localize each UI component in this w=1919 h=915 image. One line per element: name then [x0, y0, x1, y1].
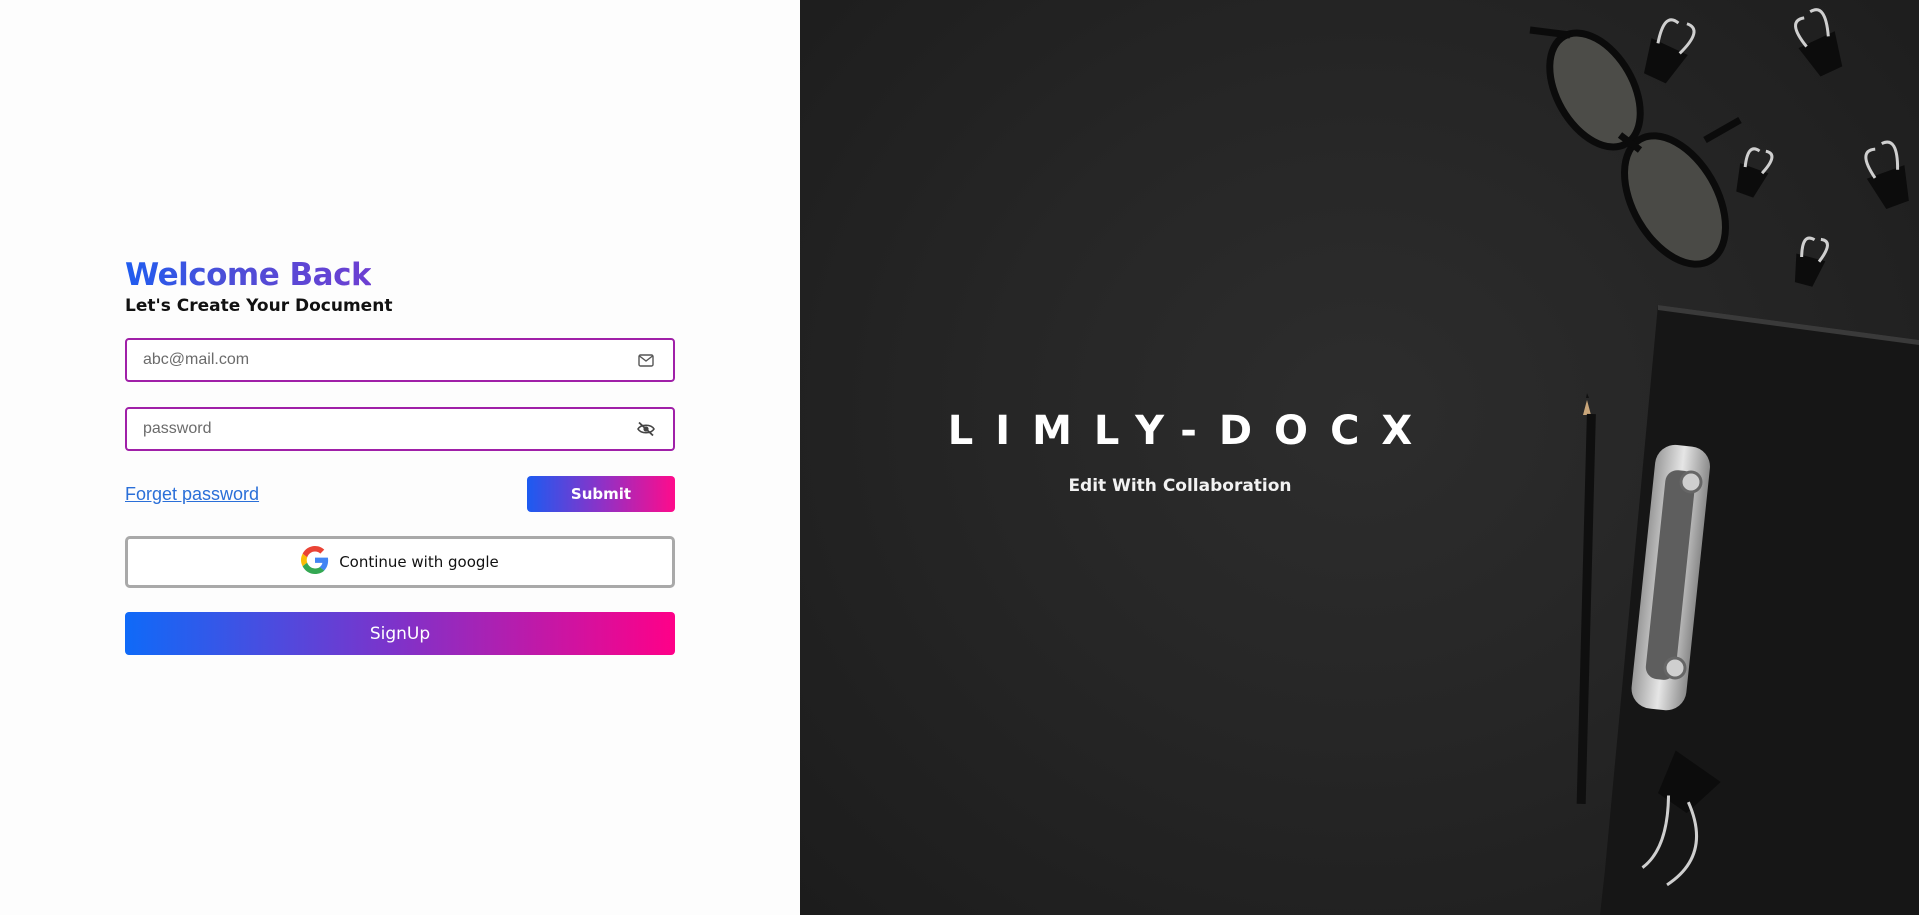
signup-button[interactable]: SignUp — [125, 612, 675, 655]
password-field[interactable] — [127, 409, 635, 449]
eye-off-icon[interactable] — [635, 418, 657, 440]
login-form: Welcome Back Let's Create Your Document — [125, 256, 675, 655]
password-field-wrapper — [125, 407, 675, 451]
glasses-image — [1529, 26, 1742, 268]
action-row: Forget password Submit — [125, 476, 675, 512]
forgot-password-link[interactable]: Forget password — [125, 484, 259, 505]
submit-button[interactable]: Submit — [527, 476, 675, 512]
google-signin-button[interactable]: Continue with google — [125, 536, 675, 588]
login-panel: Welcome Back Let's Create Your Document — [0, 0, 800, 915]
desk-photo-illustration — [1529, 8, 1919, 915]
page-title: Welcome Back — [125, 257, 372, 293]
clipboard-image — [1600, 305, 1919, 915]
brand-tagline: Edit With Collaboration — [1068, 476, 1292, 496]
page-subtitle: Let's Create Your Document — [125, 296, 393, 316]
google-icon — [301, 546, 329, 578]
email-field[interactable] — [127, 340, 635, 380]
email-field-wrapper — [125, 338, 675, 382]
pencil-image — [1576, 393, 1596, 805]
google-signin-label: Continue with google — [339, 553, 499, 571]
brand-title: LIMLY-DOCX — [947, 408, 1435, 454]
mail-icon — [635, 349, 657, 371]
hero-panel: LIMLY-DOCX Edit With Collaboration — [800, 0, 1919, 915]
